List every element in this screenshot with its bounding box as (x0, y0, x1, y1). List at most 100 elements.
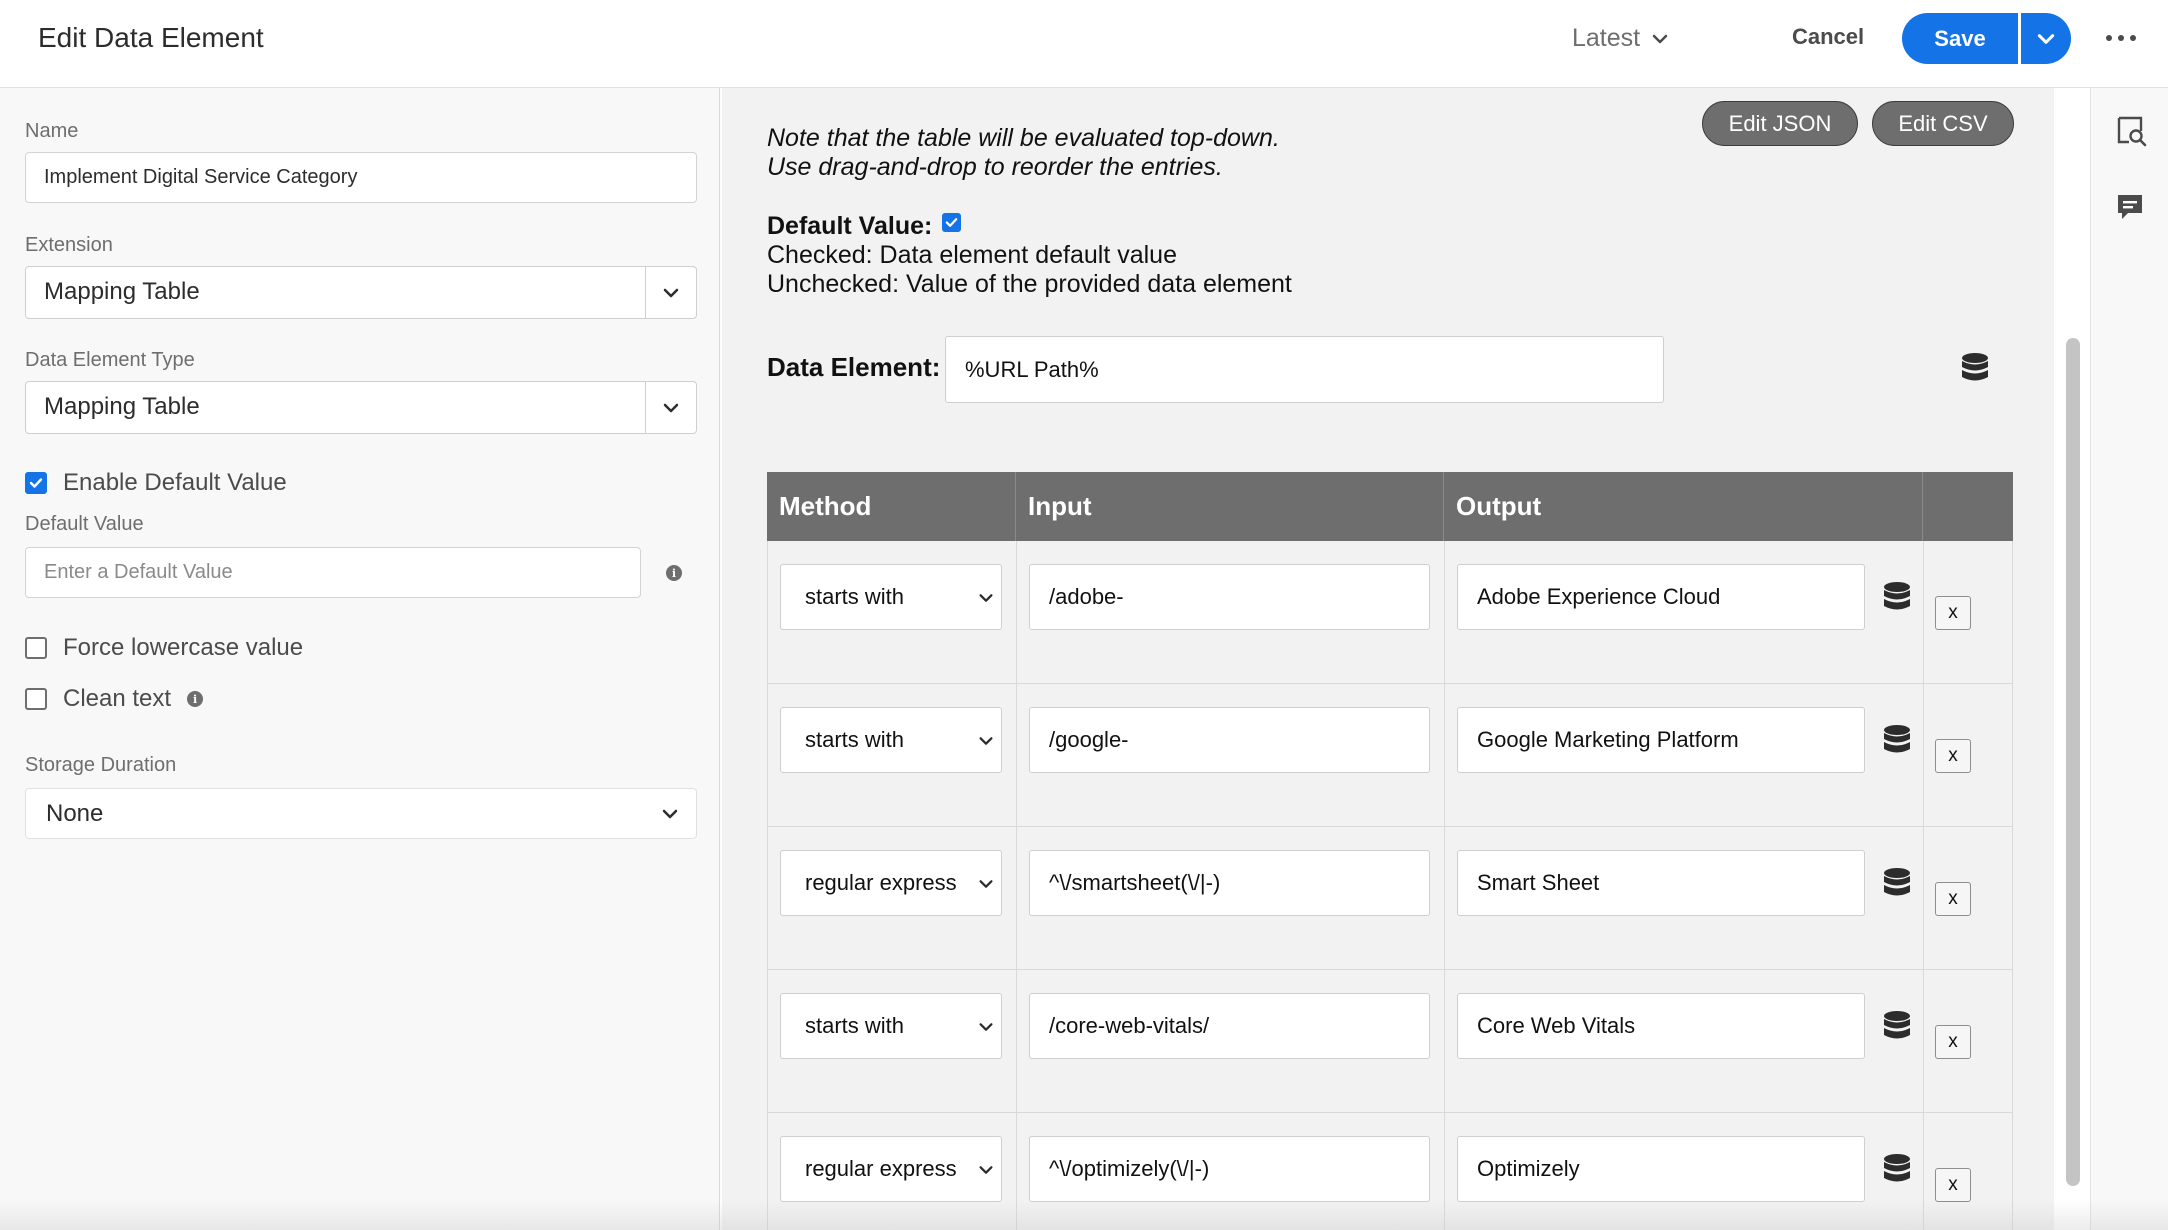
enable-default-checkbox[interactable]: Enable Default Value (25, 469, 287, 497)
chevron-down-icon (979, 1166, 993, 1174)
output-field[interactable]: Google Marketing Platform (1457, 707, 1865, 773)
chevron-down-icon (663, 288, 679, 297)
table-row[interactable]: regular express ^\/optimizely(\/|-) Optimi… (767, 1113, 2013, 1230)
force-lowercase-label: Force lowercase value (63, 634, 304, 661)
info-icon[interactable]: i (187, 691, 204, 707)
note-line-1: Note that the table will be evaluated to… (767, 124, 1280, 152)
ordering-note: Note that the table will be evaluated to… (767, 124, 1280, 182)
mapping-table: Method Input Output starts with/adobe- Ad… (767, 472, 2013, 1230)
chevron-down-icon (663, 403, 679, 412)
default-value-heading: Default Value: (767, 212, 933, 240)
scrollbar[interactable] (2066, 338, 2080, 1186)
chevron-down-icon (979, 594, 993, 602)
type-value: Mapping Table (44, 393, 200, 420)
page-title: Edit Data Element (38, 22, 264, 53)
input-field[interactable]: /google- (1029, 707, 1430, 773)
method-select[interactable]: regular express (780, 1136, 1002, 1202)
chevron-down-icon (1652, 34, 1668, 43)
default-value-section: Default Value: Checked: Data element def… (767, 212, 1292, 299)
output-field[interactable]: Core Web Vitals (1457, 993, 1865, 1059)
method-select[interactable]: starts with (780, 993, 1002, 1059)
data-element-input[interactable]: %URL Path% (945, 336, 1664, 403)
save-button[interactable]: Save (1902, 13, 2018, 64)
table-row[interactable]: starts with/core-web-vitals/Core Web Vit… (767, 970, 2013, 1113)
header-bar: Edit Data Element Latest Cancel Save (0, 0, 2168, 88)
name-field[interactable]: Implement Digital Service Category (25, 152, 697, 203)
chevron-down-icon (979, 880, 993, 888)
edit-csv-button[interactable]: Edit CSV (1872, 101, 2014, 146)
method-value: starts with (805, 584, 905, 609)
remove-row-button[interactable]: x (1935, 882, 1971, 916)
mapping-table-panel: Edit JSON Edit CSV Note that the table w… (722, 88, 2080, 1230)
remove-row-button[interactable]: x (1935, 1025, 1971, 1059)
clean-text-checkbox[interactable]: Clean text i (25, 685, 204, 713)
table-row[interactable]: starts with/adobe- Adobe Experience Cloud… (767, 541, 2013, 684)
data-element-label: Data Element: (767, 352, 941, 382)
output-field[interactable]: Optimizely (1457, 1136, 1865, 1202)
method-select[interactable]: regular express (780, 850, 1002, 916)
input-field[interactable]: ^\/smartsheet(\/|-) (1029, 850, 1430, 916)
checked-description: Checked: Data element default value (767, 241, 1177, 269)
checkbox-checked-icon (25, 472, 47, 494)
table-header: Method Input Output (767, 472, 2013, 541)
default-value-label: Default Value (25, 513, 144, 535)
chevron-down-icon (662, 809, 678, 819)
input-field[interactable]: /adobe- (1029, 564, 1430, 630)
edit-json-button[interactable]: Edit JSON (1702, 101, 1858, 146)
storage-duration-picker[interactable]: None (25, 788, 697, 839)
database-icon[interactable] (1961, 352, 1989, 384)
enable-default-label: Enable Default Value (63, 469, 287, 496)
database-icon[interactable] (1883, 724, 1911, 756)
force-lowercase-checkbox[interactable]: Force lowercase value (25, 634, 303, 662)
input-field[interactable]: /core-web-vitals/ (1029, 993, 1430, 1059)
method-select[interactable]: starts with (780, 564, 1002, 630)
storage-value: None (46, 800, 104, 827)
remove-row-button[interactable]: x (1935, 1168, 1971, 1202)
method-value: starts with (805, 727, 905, 752)
type-dropdown-button[interactable] (645, 382, 696, 433)
method-value: starts with (805, 1013, 905, 1038)
input-field[interactable]: ^\/optimizely(\/|-) (1029, 1136, 1430, 1202)
extension-label: Extension (25, 234, 113, 256)
extension-picker[interactable]: Mapping Table (25, 266, 697, 319)
table-row[interactable]: regular express ^\/smartsheet(\/|-) Smart … (767, 827, 2013, 970)
storage-label: Storage Duration (25, 754, 177, 776)
more-icon[interactable] (2106, 26, 2136, 50)
save-menu-button[interactable] (2021, 13, 2071, 64)
chevron-down-icon (979, 1023, 993, 1031)
remove-row-button[interactable]: x (1935, 739, 1971, 773)
version-picker[interactable]: Latest (1572, 24, 1670, 53)
version-label: Latest (1572, 24, 1641, 52)
name-label: Name (25, 120, 79, 142)
database-icon[interactable] (1883, 1010, 1911, 1042)
database-icon[interactable] (1883, 867, 1911, 899)
note-line-2: Use drag-and-drop to reorder the entries… (767, 153, 1223, 181)
properties-panel: Name Implement Digital Service Category … (0, 88, 720, 1230)
method-value: regular express (805, 1156, 957, 1181)
column-header-actions (1923, 472, 2013, 541)
unchecked-description: Unchecked: Value of the provided data el… (767, 270, 1292, 298)
table-row[interactable]: starts with/google- Google Marketing Plat… (767, 684, 2013, 827)
cancel-button[interactable]: Cancel (1792, 24, 1864, 50)
column-header-input: Input (1016, 472, 1444, 541)
database-icon[interactable] (1883, 1153, 1911, 1185)
extension-value: Mapping Table (44, 278, 200, 305)
output-field[interactable]: Adobe Experience Cloud (1457, 564, 1865, 630)
chevron-down-icon (2037, 33, 2055, 44)
table-body: starts with/adobe- Adobe Experience Cloud… (767, 541, 2013, 1230)
default-value-checkbox[interactable] (942, 213, 962, 232)
extension-dropdown-button[interactable] (645, 267, 696, 318)
column-header-method: Method (767, 472, 1016, 541)
method-select[interactable]: starts with (780, 707, 1002, 773)
database-icon[interactable] (1883, 581, 1911, 613)
preview-icon[interactable] (2112, 112, 2148, 148)
type-picker[interactable]: Mapping Table (25, 381, 697, 434)
remove-row-button[interactable]: x (1935, 596, 1971, 630)
info-icon[interactable]: i (666, 565, 682, 581)
type-label: Data Element Type (25, 349, 195, 371)
right-rail (2090, 88, 2168, 1230)
output-field[interactable]: Smart Sheet (1457, 850, 1865, 916)
clean-text-label: Clean text (63, 685, 172, 712)
default-value-input[interactable]: Enter a Default Value (25, 547, 641, 598)
comment-icon[interactable] (2112, 188, 2148, 224)
